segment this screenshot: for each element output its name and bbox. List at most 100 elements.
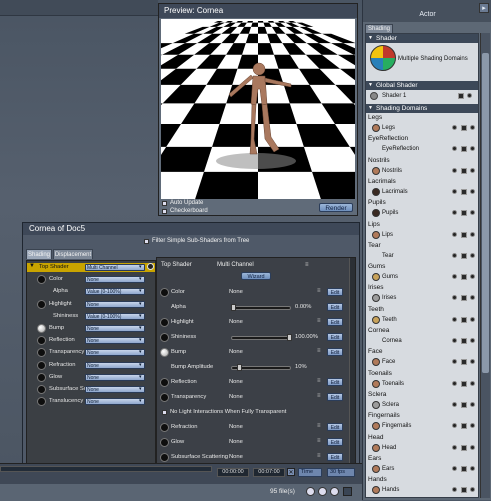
domain-edit-icon[interactable] — [452, 423, 457, 429]
filter-checkbox[interactable] — [144, 239, 149, 244]
domain-item[interactable]: Sclera — [382, 402, 399, 408]
domain-remove-icon[interactable] — [461, 487, 467, 494]
section-global-shader[interactable]: Global Shader — [366, 81, 478, 90]
channel-node-icon[interactable] — [37, 348, 46, 358]
global-shader-remove-icon[interactable] — [458, 93, 464, 99]
slider-knob[interactable] — [231, 304, 236, 311]
domain-item[interactable]: Hands — [382, 487, 399, 493]
domain-edit-icon[interactable] — [452, 380, 457, 386]
domain-remove-icon[interactable] — [461, 125, 467, 131]
domain-remove-icon[interactable] — [461, 338, 467, 344]
property-menu-icon[interactable]: ≡ — [317, 318, 321, 324]
property-node-icon[interactable] — [160, 423, 169, 432]
property-node-icon[interactable] — [160, 453, 169, 462]
property-edit-button[interactable]: Edit — [327, 453, 343, 461]
channel-node-icon[interactable] — [37, 324, 46, 333]
domain-remove-icon[interactable] — [461, 316, 467, 323]
view-option-icon[interactable] — [306, 487, 315, 496]
domain-remove-icon[interactable] — [461, 146, 467, 153]
domain-edit-icon[interactable] — [452, 401, 457, 407]
channel-dropdown[interactable]: Value (0-100%) — [85, 312, 145, 320]
tab-displacement[interactable]: Displacement — [53, 249, 93, 259]
domain-item[interactable]: Irises — [382, 295, 396, 301]
channel-dropdown[interactable]: Multi Channel — [85, 264, 145, 271]
channel-node-icon[interactable] — [37, 275, 46, 285]
domain-edit-icon[interactable] — [452, 316, 457, 322]
domain-item[interactable]: Head — [382, 445, 396, 451]
property-checkbox[interactable] — [162, 410, 167, 415]
domain-edit-icon[interactable] — [452, 487, 457, 493]
property-node-icon[interactable] — [160, 318, 169, 327]
panel-menu-icon[interactable]: ▸ — [479, 3, 489, 13]
domain-item[interactable]: Ears — [382, 466, 394, 472]
domain-edit-icon[interactable] — [452, 465, 457, 471]
domain-info-icon[interactable] — [470, 146, 475, 152]
property-edit-button[interactable]: Edit — [327, 303, 343, 311]
channel-node-icon[interactable] — [37, 336, 46, 346]
domain-remove-icon[interactable] — [461, 231, 467, 238]
property-edit-button[interactable]: Edit — [327, 393, 343, 401]
domain-item[interactable]: Cornea — [382, 338, 402, 344]
domain-item[interactable]: EyeReflection — [382, 146, 419, 152]
channel-node-icon[interactable] — [37, 299, 46, 309]
property-node-icon[interactable] — [160, 348, 169, 357]
property-menu-icon[interactable]: ≡ — [317, 453, 321, 459]
section-shader[interactable]: Shader — [366, 34, 478, 43]
channel-node-icon[interactable] — [37, 372, 46, 382]
property-menu-icon[interactable]: ≡ — [317, 378, 321, 384]
property-node-icon[interactable] — [160, 438, 169, 447]
property-node-icon[interactable] — [160, 288, 169, 297]
domain-remove-icon[interactable] — [461, 295, 467, 302]
domain-edit-icon[interactable] — [452, 295, 457, 301]
property-edit-button[interactable]: Edit — [327, 348, 343, 356]
property-edit-button[interactable]: Edit — [327, 423, 343, 431]
global-shader-row[interactable]: Shader 1 — [382, 93, 406, 99]
render-button[interactable]: Render — [319, 203, 353, 212]
domain-info-icon[interactable] — [470, 359, 475, 365]
domain-info-icon[interactable] — [470, 316, 475, 322]
actor-panel-scroll-thumb[interactable] — [482, 53, 489, 373]
checkerboard-checkbox[interactable] — [162, 209, 167, 214]
domain-edit-icon[interactable] — [452, 274, 457, 280]
domain-info-icon[interactable] — [470, 423, 475, 429]
domain-remove-icon[interactable] — [461, 465, 467, 472]
domain-edit-icon[interactable] — [452, 252, 457, 258]
domain-info-icon[interactable] — [470, 210, 475, 216]
channel-dropdown[interactable]: None — [85, 337, 145, 345]
timeline-track[interactable] — [0, 466, 212, 472]
channel-dropdown[interactable]: Value (0-100%) — [85, 288, 145, 296]
property-slider[interactable] — [231, 336, 291, 340]
tab-shading-cornea[interactable]: Shading — [26, 249, 52, 259]
domain-edit-icon[interactable] — [452, 188, 457, 194]
domain-remove-icon[interactable] — [461, 444, 467, 451]
domain-info-icon[interactable] — [470, 380, 475, 386]
property-menu-icon[interactable]: ≡ — [317, 393, 321, 399]
fps-select[interactable]: 30 fps — [327, 468, 355, 477]
domain-remove-icon[interactable] — [461, 380, 467, 387]
property-menu-icon[interactable]: ≡ — [317, 288, 321, 294]
wizard-button[interactable]: Wizard — [241, 272, 271, 280]
time-mode-select[interactable]: Time — [298, 468, 322, 477]
domain-edit-icon[interactable] — [452, 338, 457, 343]
domain-info-icon[interactable] — [470, 338, 475, 343]
property-slider[interactable] — [231, 306, 291, 310]
property-node-icon[interactable] — [160, 378, 169, 387]
loop-icon[interactable]: ✕ — [287, 468, 295, 476]
domain-edit-icon[interactable] — [452, 146, 457, 152]
library-menu-icon[interactable] — [343, 487, 352, 496]
channel-dropdown[interactable]: None — [85, 361, 145, 369]
domain-remove-icon[interactable] — [461, 188, 467, 195]
domain-info-icon[interactable] — [470, 274, 475, 280]
auto-update-checkbox[interactable] — [162, 201, 167, 206]
domain-edit-icon[interactable] — [452, 231, 457, 237]
domain-item[interactable]: Lips — [382, 232, 393, 238]
property-edit-button[interactable]: Edit — [327, 288, 343, 296]
domain-info-icon[interactable] — [470, 487, 475, 493]
property-menu-icon[interactable]: ≡ — [317, 423, 321, 429]
channel-dropdown[interactable]: None — [85, 373, 145, 381]
domain-item[interactable]: Pupils — [382, 210, 398, 216]
domain-item[interactable]: Legs — [382, 125, 395, 131]
domain-remove-icon[interactable] — [461, 252, 467, 259]
channel-node-icon[interactable] — [37, 360, 46, 370]
domain-edit-icon[interactable] — [452, 167, 457, 173]
